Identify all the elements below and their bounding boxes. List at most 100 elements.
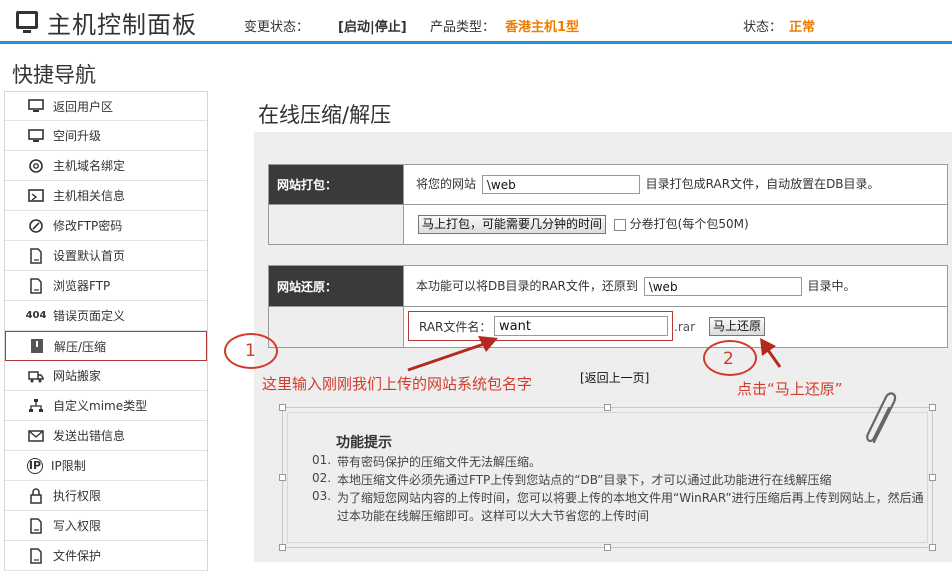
pack-empty-cell xyxy=(268,204,404,245)
sidebar-item-label: 网站搬家 xyxy=(53,369,102,383)
status-badge: 正常 xyxy=(789,20,816,35)
tip-text: 本地压缩文件必须先通过FTP上传到您站点的“DB”目录下，才可以通过此功能进行在… xyxy=(337,473,832,487)
sidebar-item-label: 自定义mime类型 xyxy=(53,399,148,413)
sidebar-item[interactable]: 解压/压缩 xyxy=(5,331,207,361)
sidebar-item[interactable]: 设置默认首页 xyxy=(5,241,207,271)
paperclip-icon xyxy=(866,392,897,444)
sidebar-item-label: 执行权限 xyxy=(53,489,102,503)
restore-label: 网站还原： xyxy=(268,265,404,307)
back-link[interactable]: [返回上一页] xyxy=(580,369,649,386)
sidebar-item[interactable]: 浏览器FTP xyxy=(5,271,207,301)
product-type-label: 产品类型： xyxy=(430,20,496,35)
document-icon xyxy=(27,547,45,564)
monitor-icon xyxy=(27,98,45,114)
tip-text: 为了缩短您网站内容的上传时间，您可以将要上传的本地文件用“WinRAR”进行压缩… xyxy=(337,491,924,505)
sidebar-item[interactable]: 执行权限 xyxy=(5,481,207,511)
sidebar-nav: 返回用户区空间升级主机域名绑定 主机相关信息 修改FTP密码 设置默认首页 浏览器FTP… xyxy=(4,91,208,571)
resize-handle[interactable] xyxy=(604,404,611,411)
page-title: 主机控制面板 xyxy=(47,11,197,39)
ip-icon: IP xyxy=(27,457,43,474)
document-icon xyxy=(27,247,45,264)
annotation-number-2: 2 xyxy=(723,349,734,369)
sidebar-item-label: 写入权限 xyxy=(53,519,102,533)
sidebar-item-label: 修改FTP密码 xyxy=(53,219,123,233)
pack-directory-input[interactable]: \web xyxy=(481,175,640,194)
tip-number: 02. xyxy=(312,471,332,485)
restore-suffix: 目录中。 xyxy=(807,278,856,293)
sidebar-item[interactable]: IP IP限制 xyxy=(5,451,207,481)
product-type-value: 香港主机1型 xyxy=(505,20,580,35)
tip-number: 01. xyxy=(312,453,332,467)
resize-handle[interactable] xyxy=(929,474,936,481)
resize-handle[interactable] xyxy=(929,404,936,411)
change-status-label: 变更状态： xyxy=(244,20,310,35)
change-status-toggle[interactable]: [启动|停止] xyxy=(338,16,407,35)
restore-empty-cell xyxy=(268,306,404,348)
sidebar-item[interactable]: 修改FTP密码 xyxy=(5,211,207,241)
edit-icon xyxy=(27,218,45,234)
pack-description: 将您的网站 \web 目录打包成RAR文件，自动放置在DB目录。 xyxy=(403,164,948,205)
pack-actions: 马上打包，可能需要几分钟的时间 分卷打包(每个包50M) xyxy=(403,204,948,245)
annotation-note-1: 这里输入刚刚我们上传的网站系统包名字 xyxy=(262,375,533,393)
tips-title: 功能提示 xyxy=(336,435,392,451)
header: 主机控制面板 变更状态： [启动|停止] 产品类型： 香港主机1型 状态： 正常 xyxy=(0,0,952,44)
sidebar-item[interactable]: 主机域名绑定 xyxy=(5,151,207,181)
sidebar-title: 快捷导航 xyxy=(12,63,96,87)
sidebar-item[interactable]: 主机相关信息 xyxy=(5,181,207,211)
resize-handle[interactable] xyxy=(604,544,611,551)
rar-filename-label: RAR文件名： xyxy=(419,320,492,334)
archive-icon xyxy=(28,338,46,354)
tip-number: 03. xyxy=(312,489,332,503)
pack-prefix: 将您的网站 xyxy=(416,177,477,191)
sidebar-item-label: IP限制 xyxy=(51,459,86,473)
mail-icon xyxy=(27,428,45,444)
sidebar-item[interactable]: 自定义mime类型 xyxy=(5,391,207,421)
pack-suffix: 目录打包成RAR文件，自动放置在DB目录。 xyxy=(645,177,880,191)
info-screen-icon xyxy=(27,188,45,204)
restore-description: 本功能可以将DB目录的RAR文件，还原到 \web 目录中。 xyxy=(403,265,948,307)
monitor-logo-icon xyxy=(16,11,38,33)
sidebar-item[interactable]: 写入权限 xyxy=(5,511,207,541)
rar-extension: .rar xyxy=(674,320,696,334)
annotation-note-2: 点击“马上还原” xyxy=(737,380,843,398)
sidebar-item-label: 主机域名绑定 xyxy=(53,159,126,173)
truck-icon xyxy=(27,368,45,384)
sidebar-item[interactable]: 文件保护 xyxy=(5,541,207,571)
sidebar-item-label: 文件保护 xyxy=(53,549,102,563)
pack-form: 网站打包： 将您的网站 \web 目录打包成RAR文件，自动放置在DB目录。 马… xyxy=(268,164,948,245)
resize-handle[interactable] xyxy=(929,544,936,551)
annotation-number-1: 1 xyxy=(245,341,256,361)
resize-handle[interactable] xyxy=(279,404,286,411)
sidebar-item-label: 错误页面定义 xyxy=(53,309,126,323)
document-icon xyxy=(27,517,45,534)
sidebar-item-label: 空间升级 xyxy=(53,129,102,143)
document-icon xyxy=(27,277,45,294)
restore-now-button[interactable]: 马上还原 xyxy=(709,317,766,336)
sidebar-item-label: 返回用户区 xyxy=(53,99,114,114)
split-archive-checkbox[interactable] xyxy=(613,218,626,231)
resize-handle[interactable] xyxy=(279,474,286,481)
at-icon xyxy=(27,158,45,174)
tip-text: 带有密码保护的压缩文件无法解压缩。 xyxy=(337,455,542,469)
sidebar-item[interactable]: 空间升级 xyxy=(5,121,207,151)
sidebar-item-label: 设置默认首页 xyxy=(53,249,126,263)
sidebar-item-label: 浏览器FTP xyxy=(53,279,111,293)
sidebar-item-label: 解压/压缩 xyxy=(54,339,107,354)
sidebar-item[interactable]: 返回用户区 xyxy=(5,91,207,121)
resize-handle[interactable] xyxy=(279,544,286,551)
sidebar-item[interactable]: 网站搬家 xyxy=(5,361,207,391)
tree-icon xyxy=(27,398,45,414)
status-label: 状态： xyxy=(743,20,783,35)
tip-text-continued: 过本功能在线解压缩即可。这样可以大大节省您的上传时间 xyxy=(337,509,650,523)
split-archive-label: 分卷打包(每个包50M) xyxy=(629,217,749,231)
pack-now-button[interactable]: 马上打包，可能需要几分钟的时间 xyxy=(418,215,607,234)
restore-directory-input[interactable]: \web xyxy=(643,276,802,296)
lock-icon xyxy=(27,487,45,504)
sidebar-item[interactable]: 发送出错信息 xyxy=(5,421,207,451)
restore-prefix: 本功能可以将DB目录的RAR文件，还原到 xyxy=(416,278,638,293)
sidebar-item[interactable]: 404 错误页面定义 xyxy=(5,301,207,331)
404-icon: 404 xyxy=(25,310,47,321)
sidebar-item-label: 发送出错信息 xyxy=(53,429,126,443)
sidebar-item-label: 主机相关信息 xyxy=(53,189,126,203)
rar-filename-input[interactable]: want xyxy=(494,316,668,336)
